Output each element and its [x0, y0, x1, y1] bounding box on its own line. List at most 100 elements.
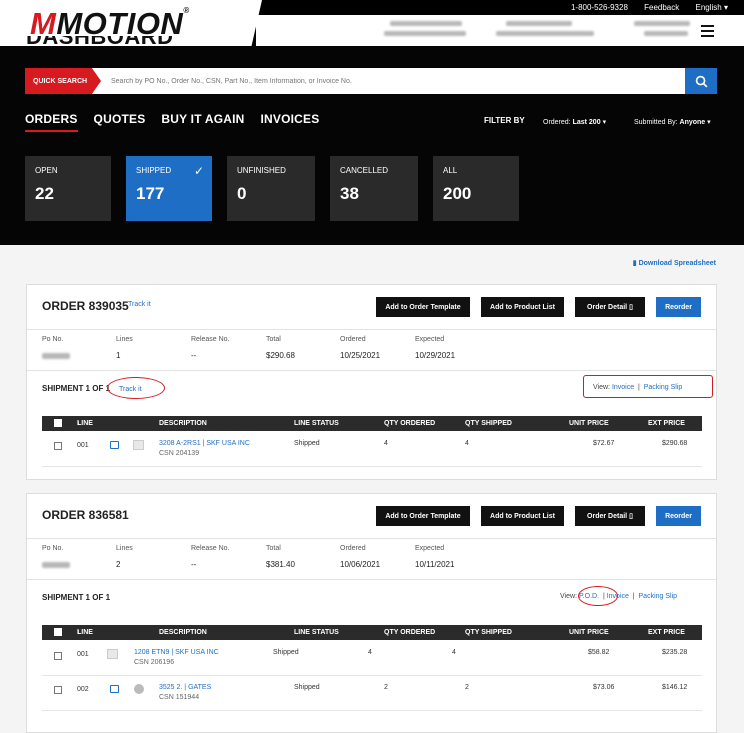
- document-icon: ▯: [629, 304, 633, 311]
- redacted-user: [634, 21, 690, 26]
- add-to-product-list-button[interactable]: Add to Product List: [481, 297, 564, 317]
- packing-slip-link[interactable]: Packing Slip: [639, 593, 678, 600]
- shipment-table-header: LINE ↓ DESCRIPTION LINE STATUS QTY ORDER…: [42, 416, 702, 431]
- tab-orders[interactable]: ORDERS: [25, 112, 78, 132]
- status-cards: OPEN 22 SHIPPED 177 ✓ UNFINISHED 0 CANCELLED…: [25, 156, 519, 221]
- annotation-ellipse: [578, 586, 618, 606]
- order-header: ORDER 836581 Add to Order Template Add t…: [27, 494, 716, 539]
- order-detail-button[interactable]: Order Detail ▯: [575, 297, 645, 317]
- release-label: Release No.: [191, 336, 230, 343]
- ordered-label: Ordered: [340, 545, 366, 552]
- redacted-po: [42, 353, 70, 359]
- add-to-order-template-button[interactable]: Add to Order Template: [376, 297, 470, 317]
- document-icon: ▯: [629, 513, 633, 520]
- redacted-account: [384, 31, 466, 36]
- chevron-down-icon: ▾: [602, 119, 607, 126]
- ordered-filter[interactable]: Ordered: Last 200 ▾: [543, 118, 606, 126]
- product-thumbnail: [107, 649, 118, 659]
- search-icon: [695, 75, 707, 87]
- redacted-account: [390, 21, 462, 26]
- tab-quotes[interactable]: QUOTES: [94, 112, 146, 132]
- order-meta: Po No. Lines 1 Release No. -- Total $290…: [27, 330, 716, 371]
- redacted-address: [506, 21, 572, 26]
- chevron-down-icon: ▾: [723, 3, 728, 12]
- select-all-checkbox[interactable]: [54, 628, 62, 636]
- search-input[interactable]: [101, 68, 685, 94]
- reorder-button[interactable]: Reorder: [656, 297, 701, 317]
- shipment-header: SHIPMENT 1 OF 1 View: P.O.D. | Invoice |…: [27, 580, 716, 606]
- card-shipped[interactable]: SHIPPED 177 ✓: [126, 156, 212, 221]
- total-label: Total: [266, 336, 281, 343]
- shipment-title: SHIPMENT 1 OF 1: [42, 593, 111, 602]
- language-select[interactable]: English ▾: [696, 3, 729, 12]
- redacted-user: [644, 31, 688, 36]
- order-tabs: ORDERS QUOTES BUY IT AGAIN INVOICES: [25, 112, 319, 132]
- lines-value: 2: [116, 560, 121, 569]
- redacted-po: [42, 562, 70, 568]
- total-label: Total: [266, 545, 281, 552]
- feedback-link[interactable]: Feedback: [644, 3, 679, 12]
- search-button[interactable]: [685, 68, 717, 94]
- search-bar: QUICK SEARCH: [25, 68, 717, 94]
- menu-icon[interactable]: [701, 25, 714, 40]
- po-label: Po No.: [42, 545, 64, 552]
- lines-value: 1: [116, 351, 121, 360]
- order-header: ORDER 839035 Track it Add to Order Templ…: [27, 285, 716, 330]
- expected-value: 10/29/2021: [415, 351, 456, 360]
- po-label: Po No.: [42, 336, 64, 343]
- card-open[interactable]: OPEN 22: [25, 156, 111, 221]
- product-thumbnail: [133, 440, 144, 450]
- shipment-header: SHIPMENT 1 OF 1 Track it View: Invoice |…: [27, 371, 716, 399]
- track-it-link[interactable]: Track it: [128, 301, 151, 308]
- release-value: --: [191, 351, 197, 360]
- tab-invoices[interactable]: INVOICES: [261, 112, 320, 132]
- ordered-label: Ordered: [340, 336, 366, 343]
- product-thumbnail: [134, 684, 144, 694]
- add-to-order-template-button[interactable]: Add to Order Template: [376, 506, 470, 526]
- download-spreadsheet-link[interactable]: ▮ Download Spreadsheet: [633, 259, 716, 267]
- add-to-product-list-button[interactable]: Add to Product List: [481, 506, 564, 526]
- lines-label: Lines: [116, 545, 133, 552]
- quick-search-label: QUICK SEARCH: [25, 68, 101, 94]
- card-all[interactable]: ALL 200: [433, 156, 519, 221]
- note-icon[interactable]: [110, 441, 119, 449]
- product-link[interactable]: 3208 A-2RS1 | SKF USA INC: [159, 440, 250, 447]
- reorder-button[interactable]: Reorder: [656, 506, 701, 526]
- order-meta: Po No. Lines 2 Release No. -- Total $381…: [27, 539, 716, 580]
- card-cancelled[interactable]: CANCELLED 38: [330, 156, 418, 221]
- order-card: ORDER 836581 Add to Order Template Add t…: [26, 493, 717, 733]
- total-value: $381.40: [266, 560, 295, 569]
- lines-label: Lines: [116, 336, 133, 343]
- annotation-ellipse: [107, 377, 165, 399]
- order-detail-button[interactable]: Order Detail ▯: [575, 506, 645, 526]
- expected-label: Expected: [415, 545, 445, 552]
- select-all-checkbox[interactable]: [54, 419, 62, 427]
- product-link[interactable]: 1208 ETN9 | SKF USA INC: [134, 649, 219, 656]
- account-bar: [256, 15, 744, 46]
- phone-link[interactable]: 1-800-526-9328: [571, 3, 628, 12]
- filter-label: FILTER BY: [484, 116, 525, 125]
- ordered-value: 10/06/2021: [340, 560, 381, 569]
- ordered-value: 10/25/2021: [340, 351, 381, 360]
- release-label: Release No.: [191, 545, 230, 552]
- tab-buy-it-again[interactable]: BUY IT AGAIN: [161, 112, 244, 132]
- row-checkbox[interactable]: [54, 652, 62, 660]
- row-checkbox[interactable]: [54, 442, 62, 450]
- order-card: ORDER 839035 Track it Add to Order Templ…: [26, 284, 717, 480]
- spreadsheet-icon: ▮: [632, 260, 637, 267]
- expected-label: Expected: [415, 336, 445, 343]
- order-title: ORDER 836581: [42, 508, 129, 522]
- page-title: DASHBOARD: [26, 36, 226, 46]
- check-icon: ✓: [193, 164, 204, 178]
- table-row: 001 3208 A-2RS1 | SKF USA INC CSN 204139…: [42, 434, 702, 467]
- product-link[interactable]: 3525 2. | GATES: [159, 684, 211, 691]
- card-unfinished[interactable]: UNFINISHED 0: [227, 156, 315, 221]
- table-row: 001 1208 ETN9 | SKF USA INC CSN 206196 S…: [42, 643, 702, 676]
- chevron-down-icon: ▾: [707, 119, 711, 126]
- note-icon[interactable]: [110, 685, 119, 693]
- redacted-address: [496, 31, 594, 36]
- release-value: --: [191, 560, 197, 569]
- row-checkbox[interactable]: [54, 686, 62, 694]
- annotation-box: [583, 375, 713, 398]
- submitted-filter[interactable]: Submitted By: Anyone ▾: [634, 118, 711, 126]
